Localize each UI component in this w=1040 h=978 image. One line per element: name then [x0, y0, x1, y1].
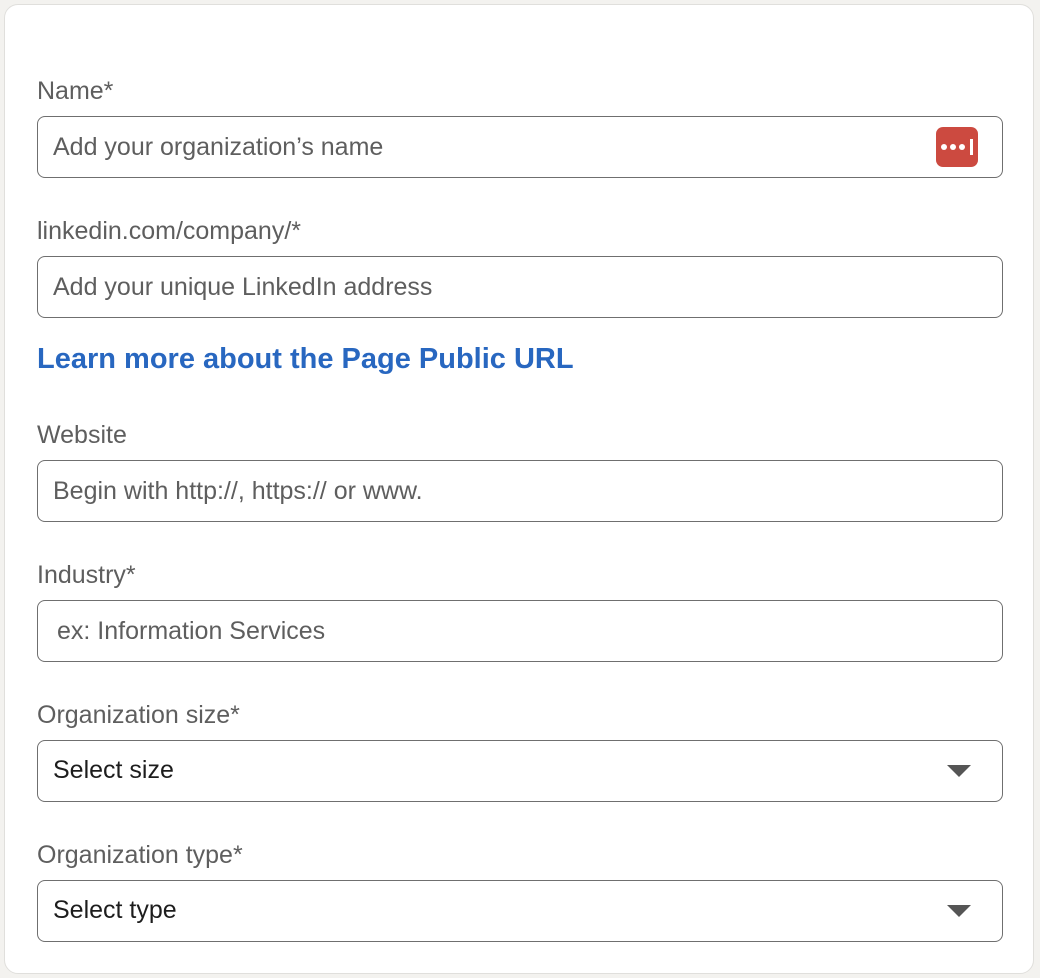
linkedin-url-input[interactable]	[38, 257, 913, 317]
name-field-box	[37, 116, 1003, 178]
org-size-select[interactable]: Select size	[37, 740, 1003, 802]
name-label: Name*	[37, 77, 114, 105]
org-form-card: Name* linkedin.com/company/* Learn more …	[4, 4, 1034, 974]
linkedin-url-label: linkedin.com/company/*	[37, 217, 302, 245]
website-field-box	[37, 460, 1003, 522]
org-size-selected-value: Select size	[53, 756, 174, 784]
linkedin-url-field-box	[37, 256, 1003, 318]
org-type-select[interactable]: Select type	[37, 880, 1003, 942]
website-input[interactable]	[38, 461, 913, 521]
password-manager-icon[interactable]	[936, 127, 978, 167]
org-size-label: Organization size*	[37, 701, 240, 729]
industry-input[interactable]	[38, 601, 917, 661]
chevron-down-icon	[947, 765, 971, 777]
website-label: Website	[37, 421, 127, 449]
chevron-down-icon	[947, 905, 971, 917]
org-type-label: Organization type*	[37, 841, 243, 869]
industry-field-box	[37, 600, 1003, 662]
industry-label: Industry*	[37, 561, 136, 589]
org-type-selected-value: Select type	[53, 896, 177, 924]
name-input[interactable]	[38, 117, 913, 177]
learn-more-public-url-link[interactable]: Learn more about the Page Public URL	[37, 340, 574, 378]
